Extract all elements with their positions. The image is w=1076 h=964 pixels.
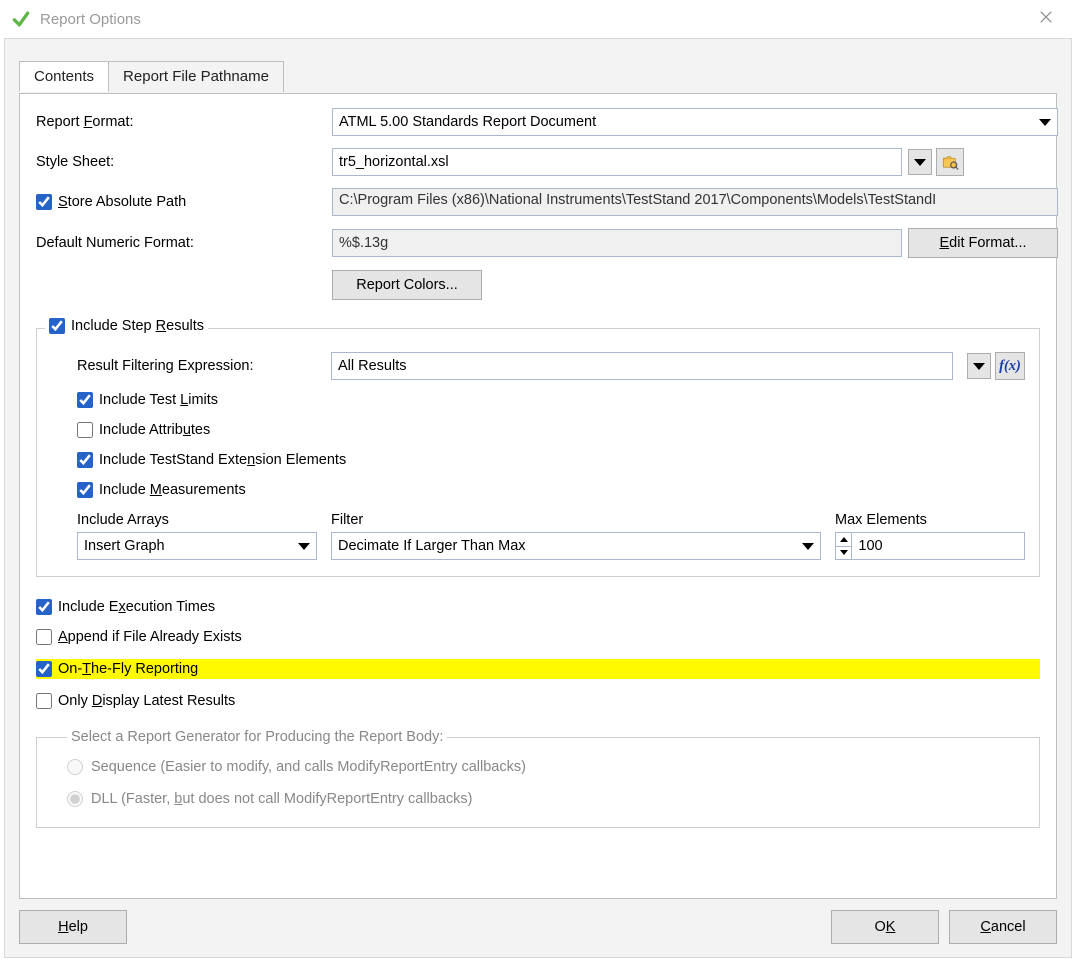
tab-contents[interactable]: Contents bbox=[19, 61, 109, 92]
generator-sequence-radio: Sequence (Easier to modify, and calls Mo… bbox=[67, 759, 526, 775]
include-step-results-group: Include Step Results Result Filtering Ex… bbox=[36, 318, 1040, 577]
include-arrays-combo[interactable]: Insert Graph bbox=[77, 532, 317, 560]
report-format-combo[interactable]: ATML 5.00 Standards Report Document bbox=[332, 108, 1058, 136]
default-numeric-format-input[interactable] bbox=[332, 229, 902, 257]
include-execution-times-checkbox[interactable]: Include Execution Times bbox=[36, 599, 1040, 615]
include-measurements-input[interactable] bbox=[77, 482, 93, 498]
chevron-down-icon bbox=[973, 363, 985, 370]
chevron-down-icon bbox=[1039, 119, 1051, 126]
filter-label: Filter bbox=[331, 512, 821, 528]
spinner-down-button[interactable] bbox=[836, 547, 851, 560]
chevron-down-icon bbox=[914, 159, 926, 166]
append-if-exists-input[interactable] bbox=[36, 629, 52, 645]
only-display-latest-checkbox[interactable]: Only Display Latest Results bbox=[36, 693, 1040, 709]
include-measurements-checkbox[interactable]: Include Measurements bbox=[77, 482, 1025, 498]
include-attributes-input[interactable] bbox=[77, 422, 93, 438]
cancel-button[interactable]: Cancel bbox=[949, 910, 1057, 944]
report-generator-group: Select a Report Generator for Producing … bbox=[36, 729, 1040, 828]
close-icon[interactable] bbox=[1026, 10, 1066, 28]
include-execution-times-input[interactable] bbox=[36, 599, 52, 615]
on-the-fly-highlight: On-The-Fly Reporting bbox=[36, 659, 1040, 679]
help-button[interactable]: Help bbox=[19, 910, 127, 944]
include-teststand-ext-input[interactable] bbox=[77, 452, 93, 468]
max-elements-input[interactable] bbox=[852, 533, 1024, 559]
report-generator-legend: Select a Report Generator for Producing … bbox=[67, 729, 447, 745]
chevron-down-icon bbox=[840, 550, 848, 555]
report-format-label: Report Format: bbox=[36, 114, 326, 130]
max-elements-label: Max Elements bbox=[835, 512, 1025, 528]
contents-panel: Report Format: ATML 5.00 Standards Repor… bbox=[19, 93, 1057, 899]
only-display-latest-input[interactable] bbox=[36, 693, 52, 709]
result-filtering-dropdown-button[interactable] bbox=[967, 353, 991, 379]
store-absolute-path-input[interactable] bbox=[36, 194, 52, 210]
generator-dll-radio: DLL (Faster, but does not call ModifyRep… bbox=[67, 791, 473, 807]
chevron-up-icon bbox=[840, 537, 848, 542]
dialog-footer: Help OK Cancel bbox=[19, 907, 1057, 947]
report-colors-button[interactable]: Report Colors... bbox=[332, 270, 482, 300]
include-step-results-checkbox[interactable]: Include Step Results bbox=[49, 318, 204, 334]
absolute-path-display: C:\Program Files (x86)\National Instrume… bbox=[332, 188, 1058, 216]
tab-strip: Contents Report File Pathname bbox=[19, 61, 1076, 92]
include-attributes-checkbox[interactable]: Include Attributes bbox=[77, 422, 1025, 438]
result-filtering-value: All Results bbox=[338, 358, 407, 374]
style-sheet-combo[interactable]: tr5_horizontal.xsl bbox=[332, 148, 902, 176]
ok-button[interactable]: OK bbox=[831, 910, 939, 944]
include-test-limits-input[interactable] bbox=[77, 392, 93, 408]
titlebar: Report Options bbox=[0, 0, 1076, 38]
include-teststand-ext-checkbox[interactable]: Include TestStand Extension Elements bbox=[77, 452, 1025, 468]
default-numeric-format-label: Default Numeric Format: bbox=[36, 235, 326, 251]
result-filtering-label: Result Filtering Expression: bbox=[77, 358, 317, 374]
style-sheet-dropdown-button[interactable] bbox=[908, 149, 932, 175]
expression-fx-button[interactable]: f(x) bbox=[995, 352, 1025, 380]
include-arrays-label: Include Arrays bbox=[77, 512, 317, 528]
edit-format-button[interactable]: Edit Format... bbox=[908, 228, 1058, 258]
generator-sequence-input bbox=[67, 759, 83, 775]
style-sheet-value: tr5_horizontal.xsl bbox=[339, 154, 449, 170]
result-filtering-combo[interactable]: All Results bbox=[331, 352, 953, 380]
on-the-fly-reporting-input[interactable] bbox=[36, 661, 52, 677]
chevron-down-icon bbox=[802, 543, 814, 550]
include-step-results-input[interactable] bbox=[49, 318, 65, 334]
generator-sequence-label: Sequence (Easier to modify, and calls Mo… bbox=[91, 759, 526, 775]
generator-dll-input bbox=[67, 791, 83, 807]
store-absolute-path-checkbox[interactable]: Store Absolute Path bbox=[36, 194, 326, 210]
dialog-body: Contents Report File Pathname Report For… bbox=[4, 38, 1072, 958]
array-filter-combo[interactable]: Decimate If Larger Than Max bbox=[331, 532, 821, 560]
tab-report-file-pathname[interactable]: Report File Pathname bbox=[108, 61, 284, 92]
window-title: Report Options bbox=[40, 11, 141, 28]
on-the-fly-reporting-checkbox[interactable]: On-The-Fly Reporting bbox=[36, 661, 198, 677]
spinner-up-button[interactable] bbox=[836, 533, 851, 547]
report-format-value: ATML 5.00 Standards Report Document bbox=[339, 114, 596, 130]
chevron-down-icon bbox=[298, 543, 310, 550]
app-icon bbox=[10, 8, 32, 30]
append-if-exists-checkbox[interactable]: Append if File Already Exists bbox=[36, 629, 1040, 645]
max-elements-spinner[interactable] bbox=[835, 532, 1025, 560]
browse-style-sheet-button[interactable] bbox=[936, 148, 964, 176]
style-sheet-label: Style Sheet: bbox=[36, 154, 326, 170]
array-filter-value: Decimate If Larger Than Max bbox=[338, 538, 526, 554]
include-test-limits-checkbox[interactable]: Include Test Limits bbox=[77, 392, 1025, 408]
include-arrays-value: Insert Graph bbox=[84, 538, 165, 554]
